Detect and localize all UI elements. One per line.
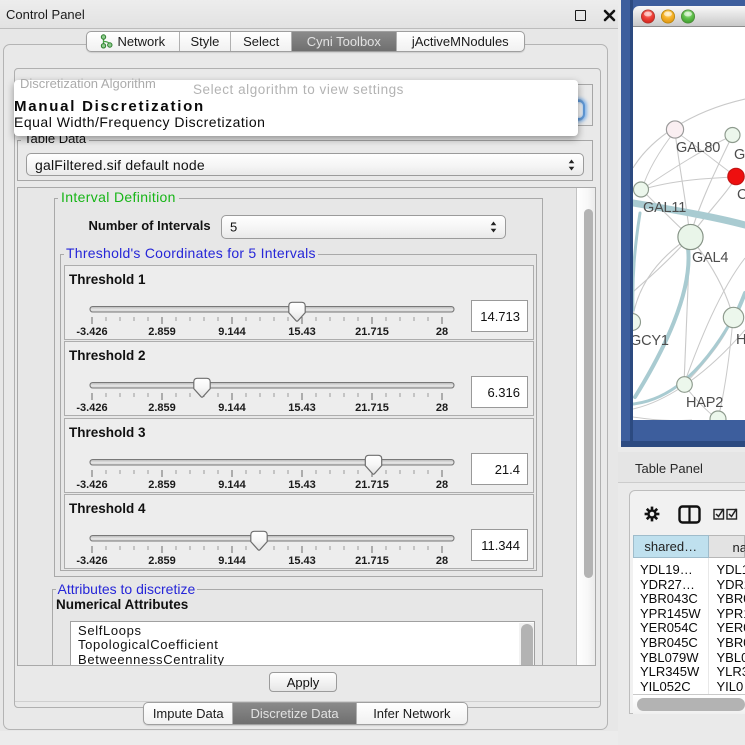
svg-text:2.859: 2.859 <box>148 555 176 567</box>
svg-text:GAL11: GAL11 <box>643 200 686 216</box>
svg-text:-3.426: -3.426 <box>76 479 107 491</box>
svg-text:GCY1: GCY1 <box>633 333 669 349</box>
svg-text:2.859: 2.859 <box>148 402 176 414</box>
svg-text:15.43: 15.43 <box>288 555 316 567</box>
svg-text:GAL80: GAL80 <box>676 140 720 156</box>
svg-text:9.144: 9.144 <box>218 555 246 567</box>
svg-text:GAL4: GAL4 <box>692 250 728 266</box>
svg-text:-3.426: -3.426 <box>76 326 107 338</box>
svg-text:9.144: 9.144 <box>218 402 246 414</box>
svg-text:9.144: 9.144 <box>218 479 246 491</box>
svg-text:28: 28 <box>436 326 448 338</box>
svg-text:21.715: 21.715 <box>355 402 389 414</box>
svg-text:-3.426: -3.426 <box>76 402 107 414</box>
svg-text:HAP2: HAP2 <box>686 395 723 411</box>
svg-text:2.859: 2.859 <box>148 479 176 491</box>
svg-text:15.43: 15.43 <box>288 402 316 414</box>
svg-text:H: H <box>736 332 745 348</box>
svg-text:9.144: 9.144 <box>218 326 246 338</box>
svg-text:28: 28 <box>436 402 448 414</box>
svg-text:21.715: 21.715 <box>355 479 389 491</box>
svg-text:GA: GA <box>734 147 745 163</box>
svg-text:28: 28 <box>436 555 448 567</box>
svg-text:21.715: 21.715 <box>355 555 389 567</box>
svg-text:28: 28 <box>436 479 448 491</box>
svg-text:15.43: 15.43 <box>288 479 316 491</box>
svg-text:2.859: 2.859 <box>148 326 176 338</box>
svg-text:15.43: 15.43 <box>288 326 316 338</box>
svg-text:C: C <box>737 187 745 203</box>
svg-text:-3.426: -3.426 <box>76 555 107 567</box>
svg-text:21.715: 21.715 <box>355 326 389 338</box>
